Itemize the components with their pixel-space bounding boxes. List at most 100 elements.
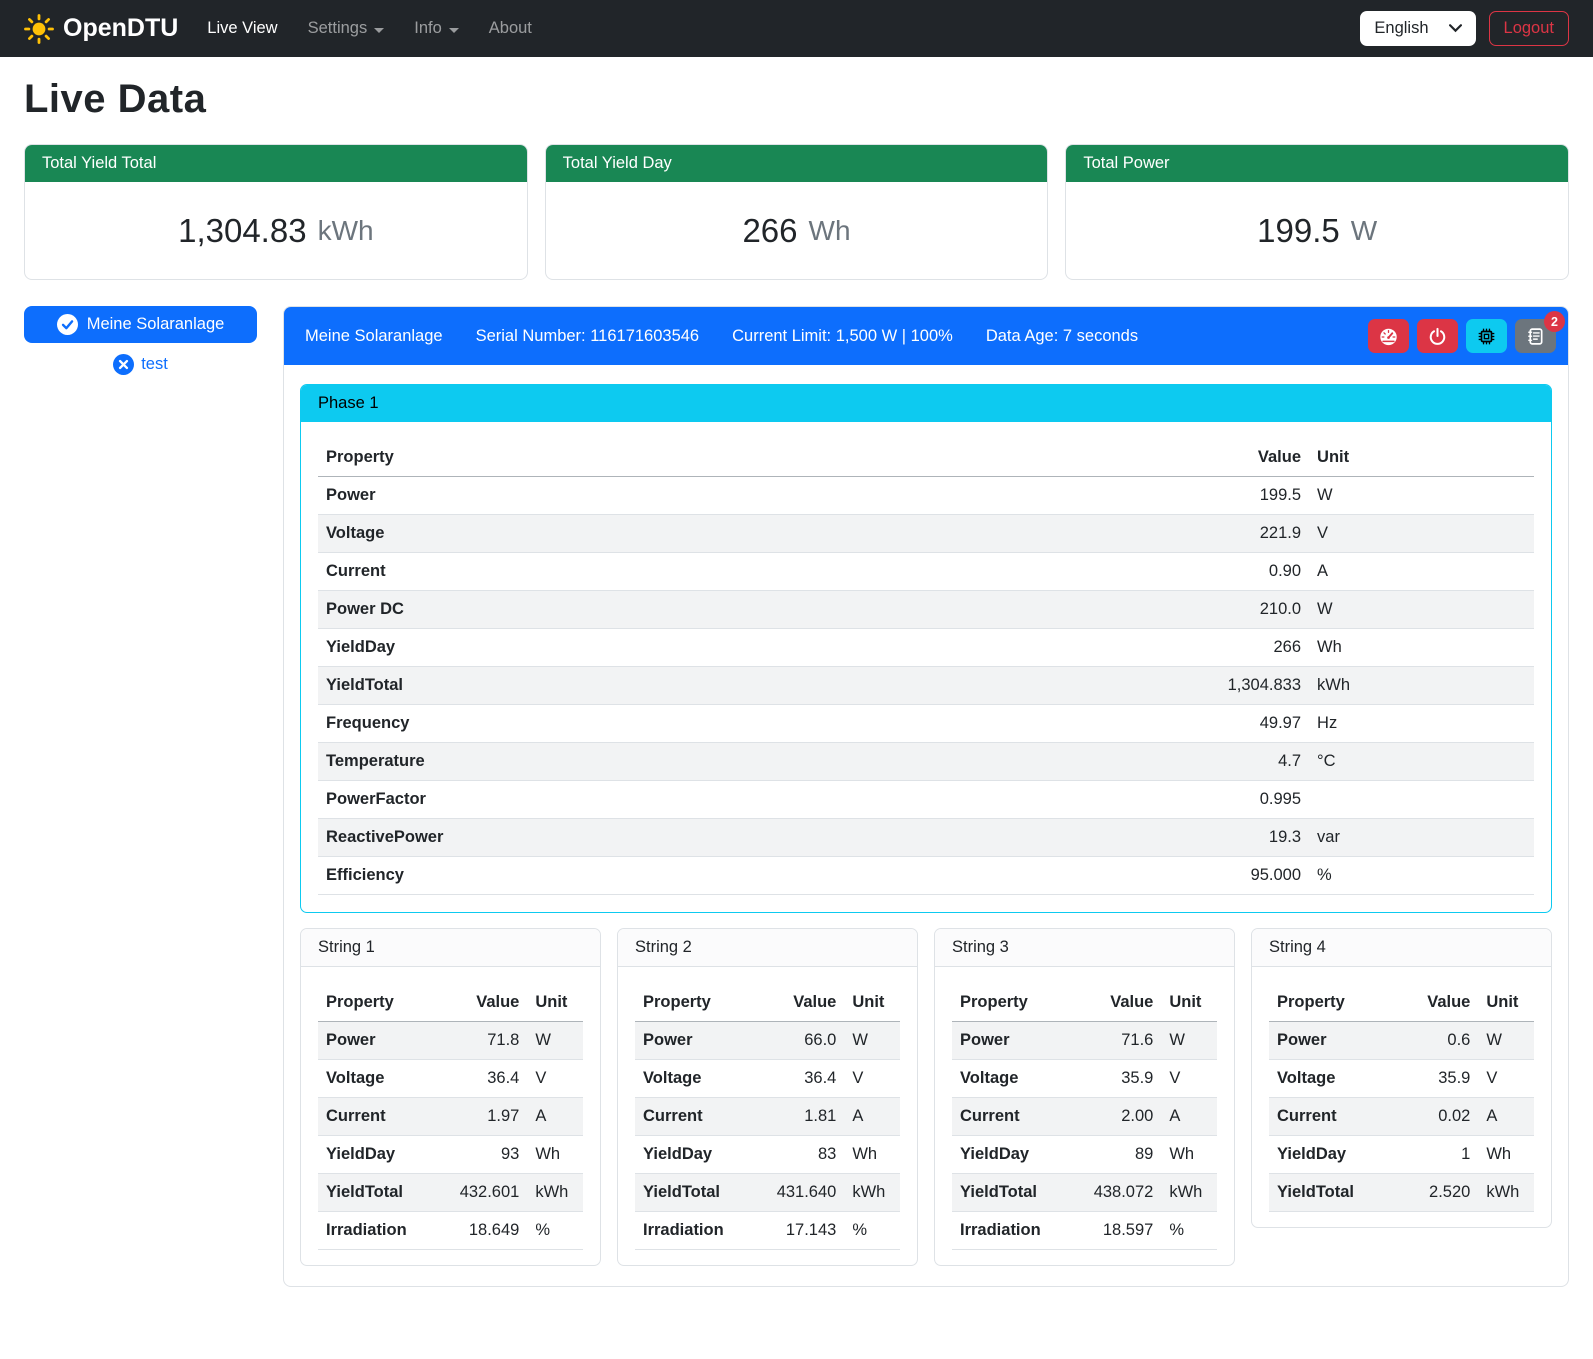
unit-cell: Wh (1309, 629, 1534, 667)
value-cell: 17.143 (768, 1212, 845, 1250)
table-row: Power DC 210.0 W (318, 591, 1534, 629)
value-cell: 266 (1145, 629, 1309, 667)
header-unit: Unit (1161, 984, 1217, 1022)
table-row: Voltage 35.9 V (1269, 1060, 1534, 1098)
card-total-yield-total: Total Yield Total 1,304.83 kWh (24, 144, 528, 280)
unit-cell: kWh (1161, 1174, 1217, 1212)
sidebar-item-meine-solaranlage[interactable]: Meine Solaranlage (24, 306, 257, 343)
property-cell: Power (318, 477, 1145, 515)
nav-item-about[interactable]: About (474, 11, 547, 46)
value-cell: 93 (451, 1136, 528, 1174)
card-title: Total Yield Total (25, 145, 527, 182)
table-header-row: Property Value Unit (1269, 984, 1534, 1022)
inverter-name: Meine Solaranlage (305, 327, 443, 346)
unit-cell: kWh (1478, 1174, 1534, 1212)
logout-button[interactable]: Logout (1489, 11, 1569, 46)
unit-cell: % (527, 1212, 583, 1250)
brand-label: OpenDTU (63, 14, 178, 43)
property-cell: Efficiency (318, 857, 1145, 895)
value-cell: 2.520 (1402, 1174, 1479, 1212)
header-property: Property (318, 984, 451, 1022)
inverter-current-limit: Current Limit: 1,500 W | 100% (732, 327, 953, 346)
unit-cell: A (844, 1098, 900, 1136)
table-row: PowerFactor 0.995 (318, 781, 1534, 819)
table-header-row: Property Value Unit (635, 984, 900, 1022)
unit-cell: W (1161, 1022, 1217, 1060)
event-log-button[interactable]: 2 (1515, 319, 1556, 353)
string-panel-title: String 1 (301, 929, 600, 967)
table-row: Power 66.0 W (635, 1022, 900, 1060)
property-cell: Irradiation (952, 1212, 1085, 1250)
table-row: Current 1.81 A (635, 1098, 900, 1136)
header-value: Value (1085, 984, 1162, 1022)
unit-cell: V (1478, 1060, 1534, 1098)
nav-item-settings[interactable]: Settings (293, 11, 400, 46)
table-header-row: Property Value Unit (952, 984, 1217, 1022)
cpu-icon (1477, 327, 1496, 346)
unit-cell: Wh (1161, 1136, 1217, 1174)
card-title: Total Power (1066, 145, 1568, 182)
property-cell: Voltage (952, 1060, 1085, 1098)
table-row: Voltage 221.9 V (318, 515, 1534, 553)
language-select[interactable]: English (1360, 11, 1475, 46)
phase-panel-title: Phase 1 (301, 385, 1551, 422)
nav-links: Live View Settings Info About (192, 11, 547, 46)
value-cell: 438.072 (1085, 1174, 1162, 1212)
header-unit: Unit (1478, 984, 1534, 1022)
table-row: YieldDay 1 Wh (1269, 1136, 1534, 1174)
table-row: YieldDay 83 Wh (635, 1136, 900, 1174)
value-cell: 36.4 (451, 1060, 528, 1098)
property-cell: YieldDay (318, 1136, 451, 1174)
table-row: Voltage 36.4 V (635, 1060, 900, 1098)
unit-cell: kWh (527, 1174, 583, 1212)
property-cell: YieldDay (952, 1136, 1085, 1174)
table-row: Current 2.00 A (952, 1098, 1217, 1136)
header-value: Value (768, 984, 845, 1022)
inverter-card-header: Meine Solaranlage Serial Number: 1161716… (284, 307, 1568, 365)
nav-right: English Logout (1360, 11, 1569, 46)
property-cell: Voltage (635, 1060, 768, 1098)
table-row: YieldDay 266 Wh (318, 629, 1534, 667)
check-circle-icon (57, 314, 78, 335)
limit-settings-button[interactable] (1368, 319, 1409, 353)
table-row: Temperature 4.7 °C (318, 743, 1534, 781)
nav-item-info[interactable]: Info (399, 11, 474, 46)
unit-cell: W (1478, 1022, 1534, 1060)
table-row: YieldTotal 1,304.833 kWh (318, 667, 1534, 705)
header-value: Value (1145, 439, 1309, 477)
sidebar-item-test[interactable]: test (113, 354, 168, 375)
property-cell: YieldDay (635, 1136, 768, 1174)
value-cell: 4.7 (1145, 743, 1309, 781)
property-cell: YieldDay (318, 629, 1145, 667)
property-cell: Frequency (318, 705, 1145, 743)
nav-item-label: About (489, 19, 532, 38)
phase-table: Property Value Unit Power 199.5 (318, 439, 1534, 895)
table-header-row: Property Value Unit (318, 984, 583, 1022)
unit-cell: A (1309, 553, 1534, 591)
property-cell: Temperature (318, 743, 1145, 781)
card-value: 1,304.83 (178, 212, 306, 250)
property-cell: Current (952, 1098, 1085, 1136)
table-row: Current 0.90 A (318, 553, 1534, 591)
nav-item-label: Settings (308, 19, 368, 38)
value-cell: 18.649 (451, 1212, 528, 1250)
power-settings-button[interactable] (1417, 319, 1458, 353)
table-row: YieldTotal 431.640 kWh (635, 1174, 900, 1212)
string-panel-title: String 3 (935, 929, 1234, 967)
table-row: Voltage 35.9 V (952, 1060, 1217, 1098)
string-1-panel: String 1 Property Value Unit (300, 928, 601, 1266)
table-row: Irradiation 18.597 % (952, 1212, 1217, 1250)
device-info-button[interactable] (1466, 319, 1507, 353)
table-row: Irradiation 17.143 % (635, 1212, 900, 1250)
property-cell: Voltage (318, 1060, 451, 1098)
value-cell: 199.5 (1145, 477, 1309, 515)
chevron-down-icon (374, 28, 384, 33)
inverter-actions: 2 (1368, 319, 1556, 353)
nav-item-live-view[interactable]: Live View (192, 11, 292, 46)
brand[interactable]: OpenDTU (24, 14, 178, 44)
value-cell: 89 (1085, 1136, 1162, 1174)
table-row: ReactivePower 19.3 var (318, 819, 1534, 857)
property-cell: YieldTotal (952, 1174, 1085, 1212)
table-row: Current 0.02 A (1269, 1098, 1534, 1136)
sidebar-item-label: Meine Solaranlage (87, 315, 225, 334)
